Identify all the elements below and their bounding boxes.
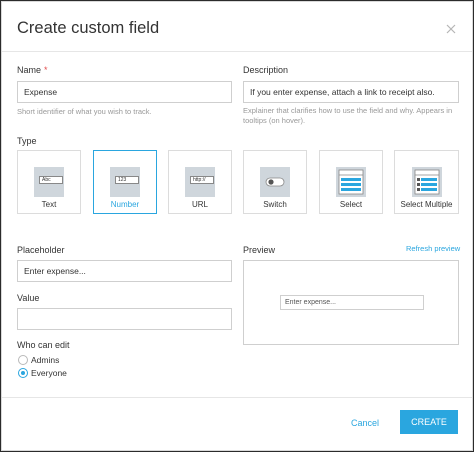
description-help-line-2: tooltips (on hover). [243,116,306,125]
url-field-glyph: http:// [190,176,214,184]
placeholder-input[interactable] [17,260,232,282]
type-option-label: Number [110,200,140,209]
create-custom-field-dialog: Create custom field Name* Short identifi… [1,1,473,451]
value-label: Value [17,293,40,303]
number-field-icon: 123 [110,167,140,197]
required-mark: * [44,65,48,75]
placeholder-label: Placeholder [17,245,65,255]
select-multiple-icon [411,167,442,197]
type-option-label: Text [41,200,57,209]
description-label: Description [243,65,289,75]
dialog-title: Create custom field [17,19,160,37]
url-field-icon: http:// [185,167,215,197]
value-input[interactable] [17,308,232,330]
type-option-label: Select [339,200,363,209]
select-icon [336,167,366,197]
switch-icon [260,167,290,197]
type-option-label: Select Multiple [400,200,453,209]
cancel-button[interactable]: Cancel [342,415,388,431]
type-option-label: Switch [263,200,287,209]
name-input[interactable] [17,81,232,103]
radio-label-everyone: Everyone [31,368,67,378]
type-option-select[interactable]: Select [319,150,383,214]
type-option-url[interactable]: http:// URL [168,150,232,214]
type-option-text[interactable]: Abc Text [17,150,81,214]
name-label-text: Name [17,65,42,75]
radio-button-admins[interactable] [18,355,28,365]
radio-button-everyone[interactable] [18,368,28,378]
number-field-glyph: 123 [115,176,139,184]
create-button[interactable]: CREATE [400,410,458,434]
name-help-text: Short identifier of what you wish to tra… [17,107,152,116]
description-input[interactable] [243,81,459,103]
text-field-icon: Abc [34,167,64,197]
type-label: Type [17,136,37,146]
refresh-preview-link[interactable]: Refresh preview [406,244,460,253]
text-field-glyph: Abc [39,176,63,184]
type-option-select-multiple[interactable]: Select Multiple [394,150,459,214]
type-option-switch[interactable]: Switch [243,150,307,214]
type-option-label: URL [191,200,208,209]
type-option-number[interactable]: 123 Number [93,150,157,214]
description-help-line-1: Explainer that clarifies how to use the … [243,106,453,115]
name-label: Name * [17,65,48,75]
radio-label-admins: Admins [31,355,60,365]
who-can-edit-label: Who can edit [17,340,70,350]
dialog-header: Create custom field [2,2,472,52]
description-help-text: Explainer that clarifies how to use the … [243,106,452,126]
preview-label: Preview [243,245,276,255]
footer-divider [2,397,472,398]
preview-panel: Enter expense... [243,260,459,345]
close-icon[interactable] [445,22,457,34]
preview-input[interactable]: Enter expense... [280,295,424,310]
